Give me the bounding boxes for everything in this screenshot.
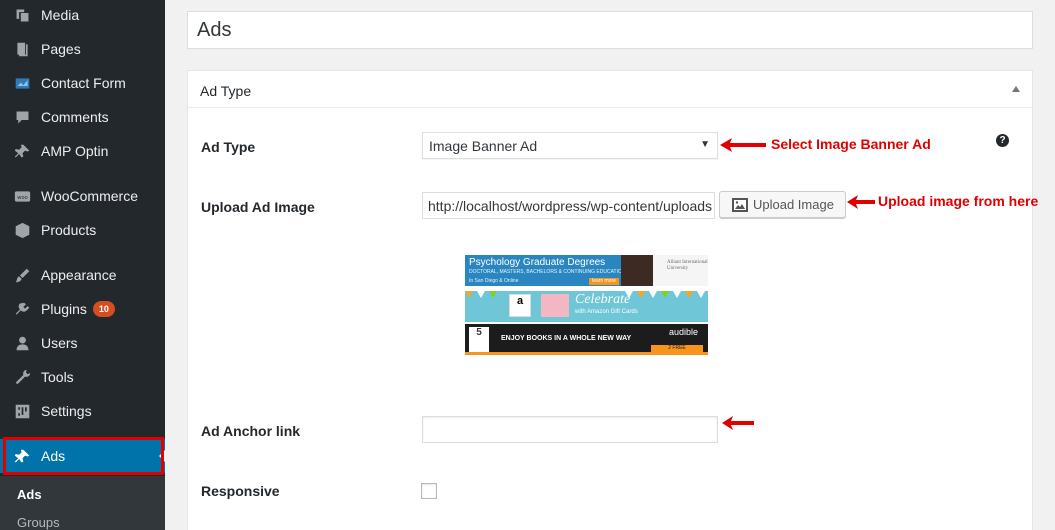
banner-badge: 5 xyxy=(469,327,489,352)
ads-submenu: Ads Groups xyxy=(0,476,165,530)
annotation-upload-note: Upload image from here xyxy=(878,193,1039,209)
responsive-label: Responsive xyxy=(201,483,280,499)
sidebar-item-label: Users xyxy=(41,335,78,351)
upload-ad-image-label: Upload Ad Image xyxy=(201,199,315,215)
sidebar-item-amp-optin[interactable]: AMP Optin xyxy=(0,134,165,168)
banner-cta: 2 FREE AUDIOBOOKS xyxy=(651,345,703,355)
sidebar-item-users[interactable]: Users xyxy=(0,326,165,360)
sidebar-item-label: Comments xyxy=(41,109,109,125)
products-icon xyxy=(12,220,32,240)
sidebar-item-woocommerce[interactable]: woo WooCommerce xyxy=(0,179,165,213)
svg-text:woo: woo xyxy=(17,195,27,201)
banner-subtitle: with Amazon Gift Cards xyxy=(575,309,638,315)
sidebar-item-label: Contact Form xyxy=(41,75,126,91)
ad-type-label: Ad Type xyxy=(201,139,256,155)
media-icon xyxy=(12,5,32,25)
upload-image-label: Upload Image xyxy=(753,197,834,212)
plugins-icon xyxy=(12,299,32,319)
sidebar-item-label: Plugins xyxy=(41,301,87,317)
tools-icon xyxy=(12,367,32,387)
ad-type-select[interactable]: Image Banner Ad ▼ xyxy=(422,132,718,159)
sidebar-item-ads[interactable]: Ads xyxy=(0,439,165,473)
current-menu-arrow xyxy=(159,450,165,462)
sidebar-item-plugins[interactable]: Plugins 10 xyxy=(0,292,165,326)
banner-title: Psychology Graduate Degrees xyxy=(469,257,606,268)
banner-preview-audible: 5 ENJOY BOOKS IN A WHOLE NEW WAY audible… xyxy=(465,324,708,355)
image-icon xyxy=(732,197,748,212)
image-url-input[interactable]: http://localhost/wordpress/wp-content/up… xyxy=(422,192,715,219)
annotation-arrow-anchor xyxy=(722,416,754,430)
banner-stripe xyxy=(465,352,708,355)
banner-person-photo xyxy=(621,255,653,286)
banner-preview-amazon: a Celebrate with Amazon Gift Cards xyxy=(465,291,708,322)
metabox-title: Ad Type xyxy=(200,83,252,99)
collapse-toggle-icon[interactable] xyxy=(1012,86,1020,92)
banner-title: Celebrate xyxy=(575,292,631,307)
sidebar-item-label: Products xyxy=(41,222,97,238)
annotation-arrow-upload xyxy=(847,195,875,209)
sidebar-item-pages[interactable]: Pages xyxy=(0,32,165,66)
contact-form-icon xyxy=(12,73,32,93)
sidebar-item-media[interactable]: Media xyxy=(0,0,165,32)
banner-cta: learn more xyxy=(589,278,619,285)
pages-icon xyxy=(12,39,32,59)
sidebar-item-comments[interactable]: Comments xyxy=(0,100,165,134)
sidebar-item-label: Settings xyxy=(41,403,92,419)
sidebar-item-label: Pages xyxy=(41,41,81,57)
banner-text: ENJOY BOOKS IN A WHOLE NEW WAY xyxy=(501,335,632,342)
admin-sidebar: Media Pages Contact Form Comments AMP Op… xyxy=(0,0,165,530)
metabox-header[interactable]: Ad Type xyxy=(188,71,1032,108)
ad-anchor-link-label: Ad Anchor link xyxy=(201,423,301,439)
title-input[interactable] xyxy=(188,12,1032,48)
banner-location: In San Diego & Online xyxy=(469,278,519,284)
comments-icon xyxy=(12,107,32,127)
annotation-arrow-select xyxy=(720,138,766,152)
dropdown-caret-icon: ▼ xyxy=(700,139,710,150)
settings-icon xyxy=(12,401,32,421)
upload-image-button[interactable]: Upload Image xyxy=(719,191,846,218)
submenu-item-ads[interactable]: Ads xyxy=(17,487,42,502)
banner-preview-psychology: Psychology Graduate Degrees DOCTORAL, MA… xyxy=(465,255,708,286)
users-icon xyxy=(12,333,32,353)
pin-icon xyxy=(12,446,32,466)
ad-type-selected-value: Image Banner Ad xyxy=(429,137,538,154)
pin-icon xyxy=(12,141,32,161)
banner-university-logo: Alliant International University xyxy=(653,255,708,286)
appearance-icon xyxy=(12,265,32,285)
gift-card-image xyxy=(541,294,569,317)
submenu-item-groups[interactable]: Groups xyxy=(17,515,60,530)
sidebar-item-settings[interactable]: Settings xyxy=(0,394,165,428)
sidebar-item-label: Ads xyxy=(41,448,66,464)
plugin-update-count-badge: 10 xyxy=(92,301,115,317)
banner-subtitle: DOCTORAL, MASTERS, BACHELORS & CONTINUIN… xyxy=(469,269,626,275)
sidebar-item-contact-form[interactable]: Contact Form xyxy=(0,66,165,100)
sidebar-item-label: AMP Optin xyxy=(41,143,109,159)
sidebar-item-label: WooCommerce xyxy=(41,188,138,204)
sidebar-item-products[interactable]: Products xyxy=(0,213,165,247)
sidebar-item-appearance[interactable]: Appearance xyxy=(0,258,165,292)
responsive-checkbox[interactable] xyxy=(421,483,437,499)
title-field-wrap xyxy=(187,11,1033,49)
sidebar-item-tools[interactable]: Tools xyxy=(0,360,165,394)
sidebar-item-label: Appearance xyxy=(41,267,117,283)
amazon-logo: a xyxy=(509,294,531,317)
help-icon[interactable]: ? xyxy=(996,134,1009,147)
ad-anchor-link-input[interactable] xyxy=(422,416,718,443)
sidebar-item-label: Media xyxy=(41,7,80,23)
woocommerce-icon: woo xyxy=(12,186,32,206)
banner-university-name: Alliant International University xyxy=(667,260,708,271)
annotation-select-note: Select Image Banner Ad xyxy=(771,136,931,152)
audible-logo: audible xyxy=(669,327,699,337)
sidebar-item-label: Tools xyxy=(41,369,74,385)
